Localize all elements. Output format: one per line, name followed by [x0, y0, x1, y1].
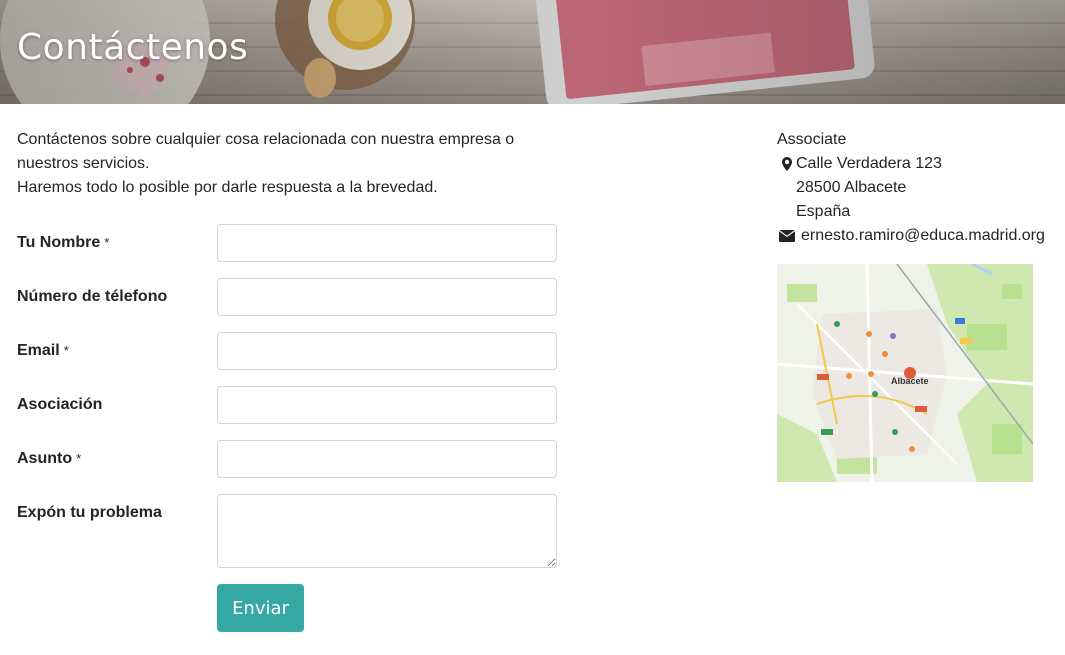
problem-label: Expón tu problema	[17, 504, 162, 521]
subject-label: Asunto *	[17, 450, 82, 467]
form-row-email: Email *	[17, 332, 557, 370]
page-title: Contáctenos	[17, 27, 249, 68]
name-input[interactable]	[217, 224, 557, 262]
required-mark: *	[76, 451, 82, 466]
contact-info: Associate Calle Verdadera 123 28500 Alba…	[777, 128, 1065, 248]
association-input[interactable]	[217, 386, 557, 424]
contact-name: Associate	[777, 131, 847, 148]
address-city: 28500 Albacete	[796, 179, 907, 196]
envelope-icon	[777, 224, 797, 248]
intro-line-2: Haremos todo lo posible por darle respue…	[17, 179, 438, 196]
map-graphic: Albacete	[777, 264, 1033, 482]
email-label: Email *	[17, 342, 69, 359]
form-row-association: Asociación	[17, 386, 557, 424]
address-line-1: Calle Verdadera 123	[777, 152, 1065, 176]
form-row-phone: Número de télefono	[17, 278, 557, 316]
required-mark: *	[104, 235, 110, 250]
required-mark: *	[63, 343, 69, 358]
phone-label: Número de télefono	[17, 288, 168, 305]
association-label: Asociación	[17, 396, 103, 413]
header-banner: Contáctenos	[0, 0, 1065, 104]
phone-input[interactable]	[217, 278, 557, 316]
address-street: Calle Verdadera 123	[796, 155, 942, 172]
form-row-name: Tu Nombre *	[17, 224, 557, 262]
intro-line-1: Contáctenos sobre cualquier cosa relacio…	[17, 131, 515, 172]
contact-name-line: Associate	[777, 128, 1065, 152]
map-marker-icon	[777, 152, 797, 176]
address-line-2: 28500 Albacete	[777, 176, 1065, 200]
form-row-problem: Expón tu problema	[17, 494, 557, 568]
problem-textarea[interactable]	[217, 494, 557, 568]
email-input[interactable]	[217, 332, 557, 370]
form-row-subject: Asunto *	[17, 440, 557, 478]
intro-text: Contáctenos sobre cualquier cosa relacio…	[17, 128, 557, 200]
email-line: ernesto.ramiro@educa.madrid.org	[777, 224, 1065, 248]
address-line-3: España	[777, 200, 1065, 224]
map-city-label: Albacete	[891, 376, 929, 386]
submit-button[interactable]: Enviar	[217, 584, 304, 632]
contact-email: ernesto.ramiro@educa.madrid.org	[801, 227, 1045, 244]
location-map[interactable]: Albacete	[777, 264, 1033, 482]
address-country: España	[796, 203, 851, 220]
subject-input[interactable]	[217, 440, 557, 478]
name-label: Tu Nombre *	[17, 234, 110, 251]
